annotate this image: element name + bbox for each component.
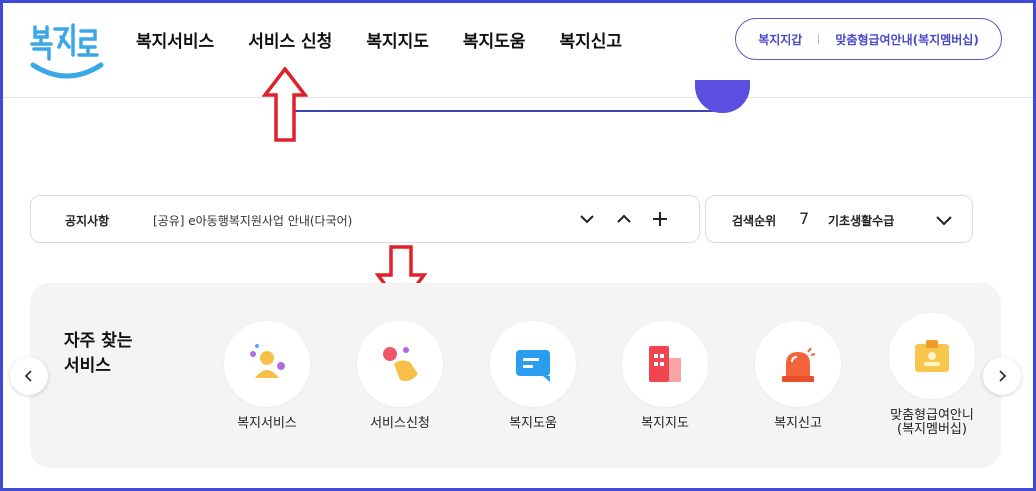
building-icon bbox=[649, 346, 681, 382]
annotation-up-arrow bbox=[262, 67, 308, 142]
service-apply[interactable]: 서비스신청 bbox=[340, 321, 460, 431]
rank-keyword[interactable]: 기초생활수급 bbox=[828, 212, 894, 229]
pill-divider bbox=[818, 34, 820, 44]
service-welfare-report[interactable]: 복지신고 bbox=[738, 321, 858, 431]
chevron-up-icon[interactable] bbox=[613, 208, 635, 230]
chevron-right-icon bbox=[999, 370, 1007, 382]
service-icon-circle bbox=[622, 321, 708, 407]
notice-text[interactable]: [공유] e아동행복지원사업 안내(다국어) bbox=[153, 212, 352, 229]
nav-service-apply[interactable]: 서비스 신청 bbox=[248, 27, 332, 52]
rank-label: 검색순위 bbox=[732, 214, 777, 228]
nav-welfare-help[interactable]: 복지도움 bbox=[463, 27, 526, 52]
service-label: 맞춤형급여안니 (복지멤버십) bbox=[872, 409, 992, 437]
notice-label: 공지사항 bbox=[65, 214, 110, 228]
plus-icon[interactable] bbox=[649, 208, 671, 230]
service-label: 서비스신청 bbox=[370, 416, 430, 431]
chevron-left-icon bbox=[24, 370, 32, 382]
service-label: 복지도움 bbox=[509, 416, 557, 431]
chat-bubble-icon bbox=[516, 350, 550, 382]
service-label: 복지신고 bbox=[774, 416, 822, 431]
custom-benefit-link[interactable]: 맞춤형급여안내(복지멤버십) bbox=[835, 31, 978, 48]
search-underline bbox=[285, 110, 725, 112]
service-label: 복지서비스 bbox=[237, 416, 297, 431]
siren-icon bbox=[782, 347, 816, 382]
service-welfare-map[interactable]: 복지지도 bbox=[605, 321, 725, 431]
service-label-line2: (복지멤버십) bbox=[897, 422, 967, 437]
site-header: 복지서비스 서비스 신청 복지지도 복지도움 복지신고 복지지갑 맞춤형급여안내… bbox=[3, 3, 1033, 98]
prev-button[interactable] bbox=[10, 357, 48, 395]
rank-number: 7 bbox=[799, 209, 810, 228]
service-label-line1: 맞춤형급여안니 bbox=[890, 408, 974, 423]
bokjiro-logo[interactable] bbox=[29, 15, 105, 87]
service-welfare-help[interactable]: 복지도움 bbox=[473, 321, 593, 431]
panel-title: 자주 찾는 서비스 bbox=[64, 329, 132, 379]
nav-welfare-service[interactable]: 복지서비스 bbox=[136, 27, 214, 52]
nav-welfare-report[interactable]: 복지신고 bbox=[559, 27, 622, 52]
service-icon-circle bbox=[490, 321, 576, 407]
hand-tap-icon bbox=[383, 347, 418, 382]
service-icon-circle bbox=[755, 321, 841, 407]
service-custom-benefit[interactable]: 맞춤형급여안니 (복지멤버십) bbox=[872, 313, 992, 437]
quick-link-pill: 복지지갑 맞춤형급여안내(복지멤버십) bbox=[735, 18, 1002, 60]
service-welfare-service[interactable]: 복지서비스 bbox=[207, 321, 327, 431]
chevron-down-icon[interactable] bbox=[576, 208, 598, 230]
panel-title-line2: 서비스 bbox=[64, 356, 111, 376]
chevron-down-icon[interactable] bbox=[933, 209, 955, 231]
service-icon-circle bbox=[889, 313, 975, 399]
search-rank-bar: 검색순위 7 기초생활수급 bbox=[705, 195, 973, 243]
panel-title-line1: 자주 찾는 bbox=[64, 331, 133, 351]
service-icon-circle bbox=[224, 321, 310, 407]
id-badge-icon bbox=[915, 340, 949, 372]
notice-bar: 공지사항 [공유] e아동행복지원사업 안내(다국어) bbox=[30, 195, 700, 243]
service-icon-circle bbox=[357, 321, 443, 407]
search-button[interactable] bbox=[695, 80, 750, 113]
welfare-wallet-link[interactable]: 복지지갑 bbox=[758, 31, 802, 48]
main-nav: 복지서비스 서비스 신청 복지지도 복지도움 복지신고 bbox=[136, 27, 622, 52]
nav-welfare-map[interactable]: 복지지도 bbox=[366, 27, 429, 52]
person-icon bbox=[250, 344, 285, 378]
service-label: 복지지도 bbox=[641, 416, 689, 431]
